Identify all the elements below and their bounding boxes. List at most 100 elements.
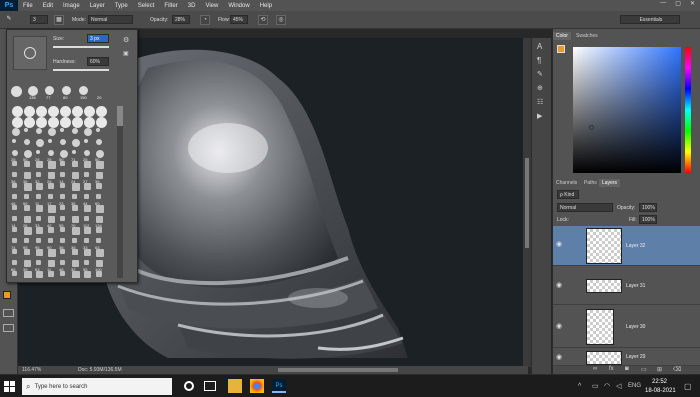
airbrush-icon[interactable]: ⟲ xyxy=(258,15,268,25)
notifications-icon[interactable]: ▢ xyxy=(684,382,692,391)
brush-preset-tile[interactable] xyxy=(96,161,104,169)
brush-preset-tile[interactable] xyxy=(72,216,79,223)
brush-preset-tile[interactable] xyxy=(48,227,54,233)
brush-preset-tile[interactable] xyxy=(48,106,59,117)
volume-icon[interactable]: ◁ xyxy=(616,382,621,390)
brush-preset-tile[interactable] xyxy=(12,260,17,265)
brush-preset-tile[interactable] xyxy=(72,150,76,154)
size-slider[interactable] xyxy=(53,46,109,48)
brush-preset-tile[interactable] xyxy=(48,216,55,223)
brush-preset-tile[interactable] xyxy=(60,260,65,265)
adjustments-icon[interactable]: ☷ xyxy=(537,98,543,106)
brush-preset-tile[interactable] xyxy=(48,150,54,156)
brush-preset-tile[interactable] xyxy=(24,260,31,267)
close-icon[interactable]: ✕ xyxy=(690,0,695,7)
brush-preset-tile[interactable] xyxy=(72,117,83,128)
quick-mask-icon[interactable] xyxy=(3,309,14,317)
brush-preset-picker[interactable]: 3 xyxy=(30,15,48,24)
brush-preset-tile[interactable] xyxy=(60,205,65,210)
minimize-icon[interactable]: — xyxy=(660,0,666,7)
brush-preset-tile[interactable] xyxy=(96,271,102,277)
hue-slider[interactable] xyxy=(685,47,691,173)
new-group-icon[interactable]: ▭ xyxy=(641,366,647,373)
brush-preset-tile[interactable] xyxy=(36,128,42,134)
brush-preset-tile[interactable] xyxy=(48,194,53,199)
brush-preset-tile[interactable] xyxy=(72,238,77,243)
brush-preset-tile[interactable] xyxy=(60,271,65,276)
menu-layer[interactable]: Layer xyxy=(85,3,110,9)
brush-preset-tile[interactable] xyxy=(36,194,41,199)
canvas-vertical-scrollbar[interactable] xyxy=(523,38,531,367)
brush-preset-tile[interactable] xyxy=(84,150,90,156)
pressure-size-icon[interactable]: ◎ xyxy=(276,15,286,25)
workspace-select[interactable]: Essentials xyxy=(620,15,680,24)
layer-name[interactable]: Layer 29 xyxy=(626,354,645,360)
brush-preset-tile[interactable] xyxy=(84,216,89,221)
battery-icon[interactable]: ▭ xyxy=(592,382,599,390)
layer-style-icon[interactable]: fx xyxy=(609,366,614,372)
recent-brush-thumb[interactable] xyxy=(79,86,88,95)
brush-preset-tile[interactable] xyxy=(24,227,32,235)
link-layers-icon[interactable]: ∞ xyxy=(593,366,597,372)
brush-preset-tile[interactable] xyxy=(36,117,47,128)
brush-preset-tile[interactable] xyxy=(24,271,32,278)
foreground-color-swatch[interactable] xyxy=(3,291,11,299)
brush-preset-tile[interactable] xyxy=(12,205,17,210)
brush-preset-tile[interactable] xyxy=(72,227,80,235)
gear-icon[interactable]: ⚙ xyxy=(123,36,129,44)
brush-preset-tile[interactable] xyxy=(12,238,17,243)
zoom-level[interactable]: 116.47% xyxy=(22,367,41,373)
brush-preset-tile[interactable] xyxy=(36,205,43,212)
brush-preset-tile[interactable] xyxy=(84,139,88,143)
visibility-eye-icon[interactable]: ◉ xyxy=(556,240,562,248)
brush-preset-tile[interactable] xyxy=(24,238,29,243)
windows-start-icon[interactable] xyxy=(4,381,15,392)
brush-preset-tile[interactable] xyxy=(72,161,78,167)
brush-angle-preview[interactable] xyxy=(13,36,47,70)
layer-row-31[interactable]: ◉ Layer 31 xyxy=(553,267,700,305)
mode-select[interactable]: Normal xyxy=(88,15,133,24)
brush-preset-tile[interactable] xyxy=(36,172,41,177)
tab-channels[interactable]: Channels xyxy=(553,179,580,187)
layer-row-30[interactable]: ◉ Layer 30 xyxy=(553,306,700,348)
visibility-eye-icon[interactable]: ◉ xyxy=(556,281,562,289)
visibility-eye-icon[interactable]: ◉ xyxy=(556,353,562,361)
new-layer-icon[interactable]: ⊞ xyxy=(657,366,662,373)
tray-chevron-icon[interactable]: ^ xyxy=(578,383,581,390)
brush-preset-tile[interactable] xyxy=(72,106,83,117)
brush-preset-tile[interactable] xyxy=(36,106,47,117)
brush-preset-tile[interactable] xyxy=(84,271,91,278)
brush-panel-icon[interactable]: ✎ xyxy=(537,70,543,78)
brush-preset-tile[interactable] xyxy=(96,183,102,189)
brush-preset-tile[interactable] xyxy=(12,106,23,117)
brush-preset-tile[interactable] xyxy=(60,183,65,188)
network-icon[interactable]: ◠ xyxy=(604,382,610,390)
brush-preset-tile[interactable] xyxy=(84,106,95,117)
brush-preset-tile[interactable] xyxy=(72,249,78,255)
brush-preset-tile[interactable] xyxy=(60,249,65,254)
brush-preset-tile[interactable] xyxy=(60,128,64,132)
color-picker-field[interactable] xyxy=(573,47,681,173)
brush-preset-tile[interactable] xyxy=(24,128,28,132)
brush-preset-tile[interactable] xyxy=(36,216,41,221)
brush-preset-tile[interactable] xyxy=(12,150,18,156)
task-view-icon[interactable] xyxy=(204,381,216,391)
brush-preset-tile[interactable] xyxy=(60,194,65,199)
brush-preset-tile[interactable] xyxy=(48,117,59,128)
clock-date[interactable]: 18-08-2021 xyxy=(645,388,676,394)
brush-preset-tile[interactable] xyxy=(36,227,43,234)
taskbar-search[interactable]: ⌕ Type here to search xyxy=(22,378,172,395)
brush-preset-tile[interactable] xyxy=(84,194,89,199)
brush-preset-tile[interactable] xyxy=(36,271,43,278)
brush-preset-tile[interactable] xyxy=(24,172,31,179)
brush-preset-tile[interactable] xyxy=(72,271,80,278)
brush-panel-toggle-icon[interactable]: ▦ xyxy=(54,15,64,25)
brush-preset-tile[interactable] xyxy=(24,249,30,255)
brush-preset-tile[interactable] xyxy=(12,172,17,177)
brush-preset-tile[interactable] xyxy=(60,161,65,166)
tab-layers[interactable]: Layers xyxy=(599,179,621,187)
brush-preset-tile[interactable] xyxy=(96,139,102,145)
brush-preset-tile[interactable] xyxy=(48,128,56,136)
pressure-opacity-icon[interactable]: ◔ xyxy=(200,15,210,25)
recent-brush-thumb[interactable] xyxy=(11,86,22,97)
